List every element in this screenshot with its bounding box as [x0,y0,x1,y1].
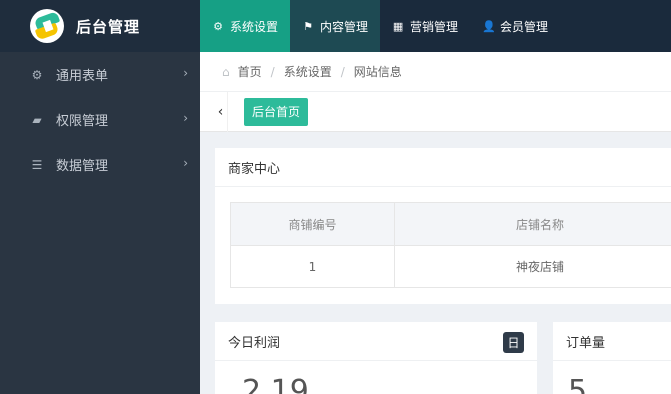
card-title: 今日利润 [215,322,537,361]
card-title: 商家中心 [215,148,671,187]
nav-label: 会员管理 [500,19,549,34]
brand-title: 后台管理 [76,17,141,36]
folder-icon: ▰ [32,112,42,127]
column-header: 店铺名称 [394,202,671,246]
column-header: 商铺编号 [230,202,395,246]
card-title: 订单量 [553,322,671,361]
breadcrumb-current: 网站信息 [353,65,402,79]
nav-label: 系统设置 [230,19,279,34]
profit-value: 2.19 [242,374,309,394]
breadcrumb-home[interactable]: 首页 [238,63,262,80]
grid-icon: ▦ [392,19,404,33]
table-cell: 神夜店铺 [394,245,671,288]
sidebar-item-permissions[interactable]: ▰ 权限管理 › [0,97,200,142]
chevron-right-icon: › [183,111,188,125]
orders-value: 5 [568,374,588,394]
chevron-right-icon: › [183,66,188,80]
period-badge: 日 [503,332,524,353]
logo-icon [30,9,64,43]
table-cell: 1 [230,245,395,288]
breadcrumb-separator: / [340,64,345,79]
flag-icon: ⚑ [303,19,313,33]
nav-label: 内容管理 [320,19,369,34]
nav-content-management[interactable]: ⚑ 内容管理 [290,0,381,52]
breadcrumb-system-settings[interactable]: 系统设置 [284,63,332,80]
sidebar-item-label: 数据管理 [56,159,109,174]
sidebar-item-label: 通用表单 [56,69,109,84]
database-icon: ☰ [31,157,43,172]
breadcrumb: ⌂ 首页 / 系统设置 / 网站信息 [200,52,671,92]
home-icon: ⌂ [222,64,230,79]
breadcrumb-separator: / [270,64,275,79]
sidebar-item-general-forms[interactable]: ⚙ 通用表单 › [0,52,200,97]
nav-marketing-management[interactable]: ▦ 营销管理 [380,0,470,52]
orders-card: 订单量 5 [553,322,671,394]
merchant-table: 商铺编号 店铺名称 1 神夜店铺 [230,202,671,288]
nav-member-management[interactable]: 👤 会员管理 [470,0,560,52]
tab-bar: ‹ 后台首页 [200,91,671,132]
nav-label: 营销管理 [410,19,459,34]
nav-system-settings[interactable]: ⚙ 系统设置 [200,0,291,52]
merchant-card: 商家中心 商铺编号 店铺名称 1 神夜店铺 [215,148,671,304]
gear-icon: ⚙ [213,19,223,33]
sidebar: ⚙ 通用表单 › ▰ 权限管理 › ☰ 数据管理 › [0,52,200,394]
profit-card: 今日利润 日 2.19 [215,322,537,394]
gear-icon: ⚙ [31,67,43,82]
top-bar: 后台管理 ⚙ 系统设置 ⚑ 内容管理 ▦ 营销管理 👤 会员管理 [0,0,671,52]
brand[interactable]: 后台管理 [0,0,200,52]
sidebar-item-label: 权限管理 [56,114,109,129]
user-icon: 👤 [482,19,496,33]
table-row[interactable]: 1 神夜店铺 [230,245,671,288]
sidebar-item-data-management[interactable]: ☰ 数据管理 › [0,142,200,187]
main-content: ⌂ 首页 / 系统设置 / 网站信息 ‹ 后台首页 商家中心 商铺编号 店铺名称… [200,52,671,394]
chevron-left-icon[interactable]: ‹ [214,91,228,132]
top-nav: ⚙ 系统设置 ⚑ 内容管理 ▦ 营销管理 👤 会员管理 [200,0,560,52]
chevron-right-icon: › [183,156,188,170]
tab-home[interactable]: 后台首页 [244,97,309,126]
